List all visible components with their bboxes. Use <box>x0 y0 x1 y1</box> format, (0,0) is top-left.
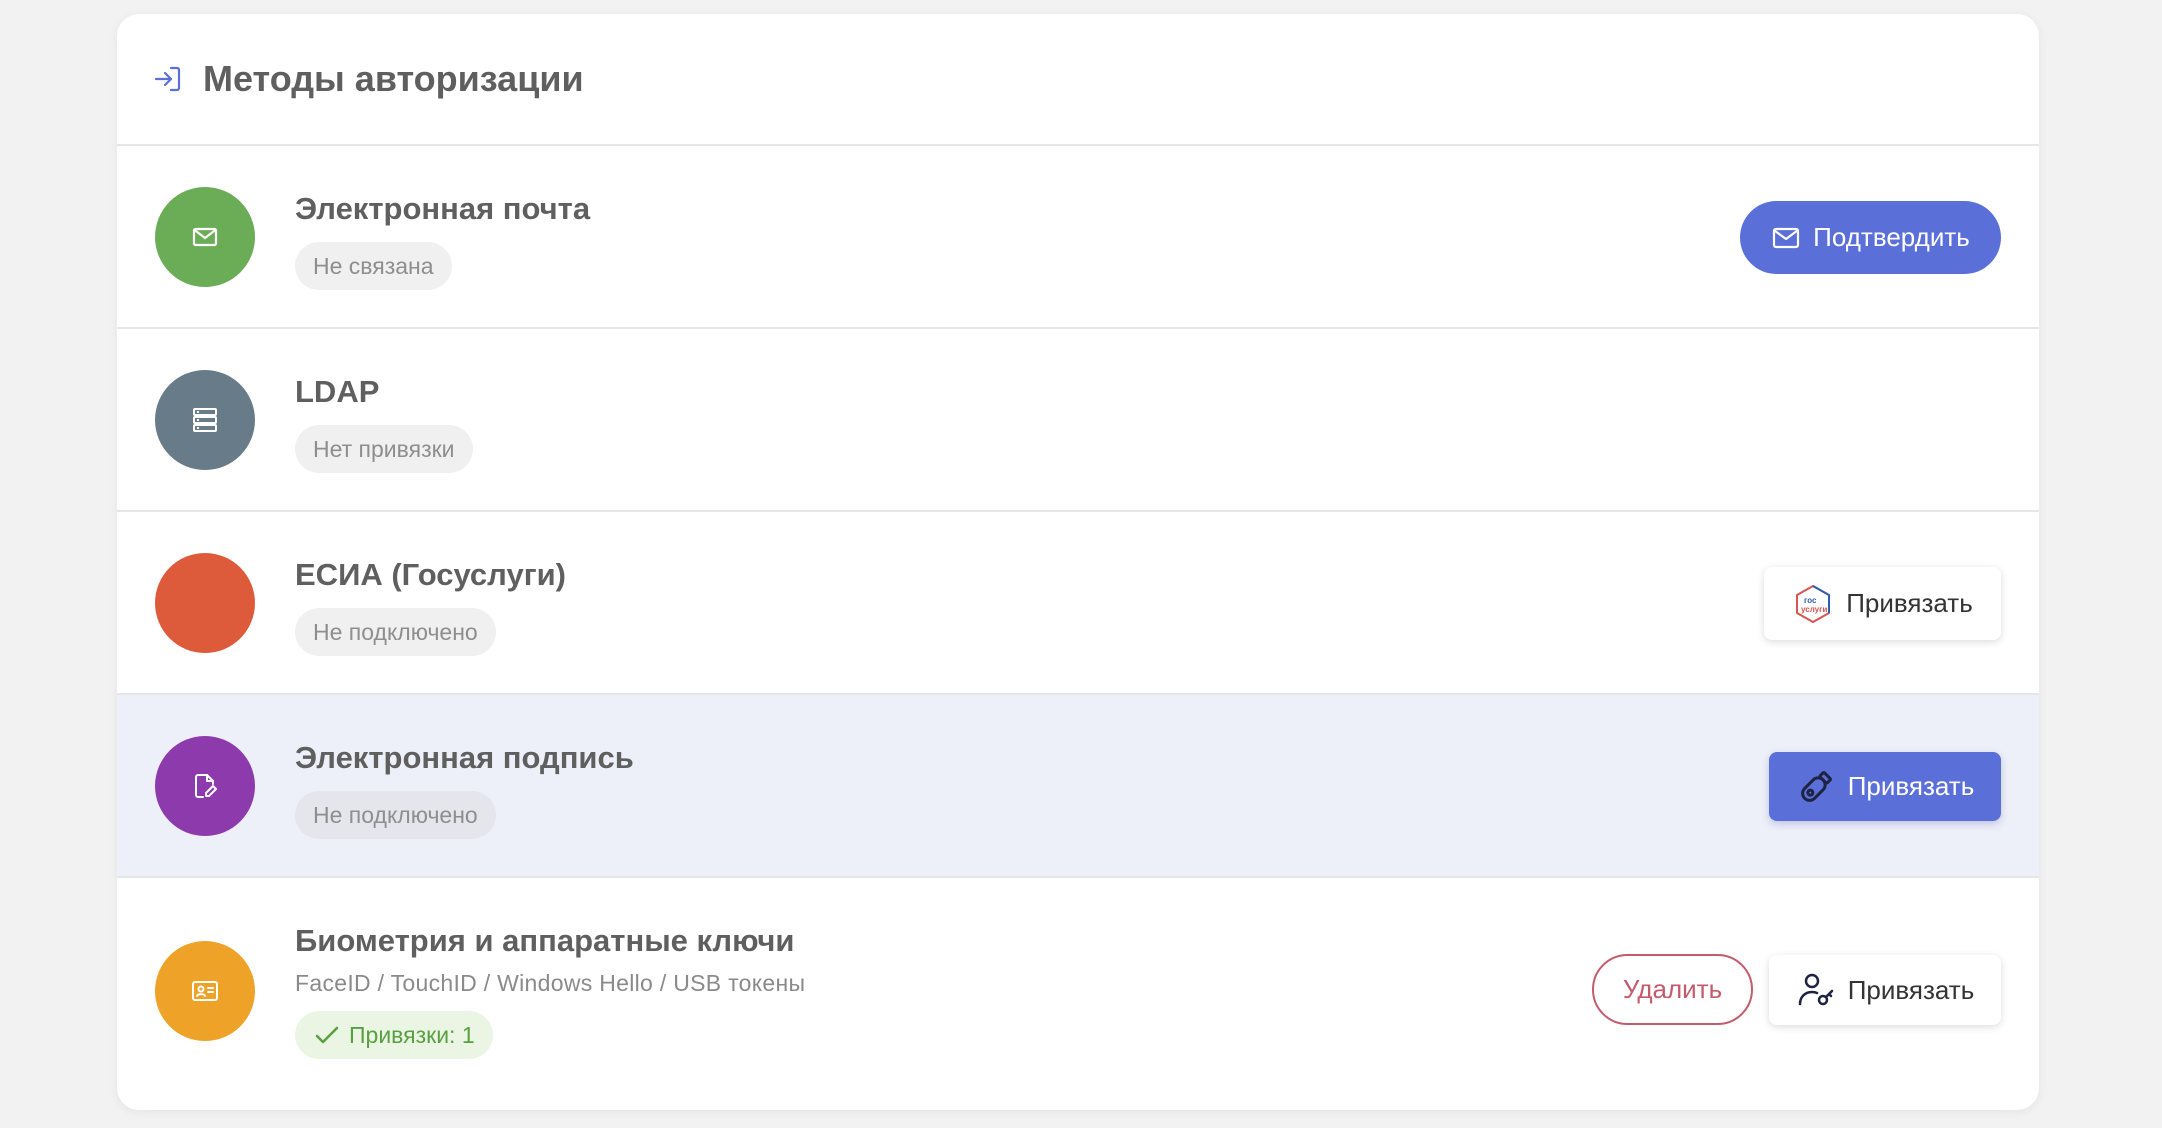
auth-method-signature: Электронная подпись Не подключено Привяз… <box>117 695 2039 878</box>
email-avatar <box>155 187 255 287</box>
confirm-email-label: Подтвердить <box>1813 222 1970 252</box>
delete-label: Удалить <box>1622 974 1723 1004</box>
method-title: Электронная подпись <box>295 740 634 775</box>
gosuslugi-logo-icon: гос услуги <box>1792 583 1834 625</box>
biometric-avatar <box>155 941 255 1041</box>
usb-token-icon <box>1796 767 1836 807</box>
document-sign-icon <box>195 774 217 798</box>
logo-text: услуги <box>1801 605 1827 614</box>
ldap-avatar <box>155 370 255 470</box>
auth-methods-card: Методы авторизации Электронная почта Не … <box>117 14 2039 1110</box>
esia-avatar <box>155 553 255 653</box>
card-header: Методы авторизации <box>117 14 2039 146</box>
method-title: Электронная почта <box>295 191 591 226</box>
mail-icon <box>1771 223 1801 253</box>
auth-method-ldap: LDAP Нет привязки <box>117 329 2039 512</box>
server-icon <box>193 408 217 432</box>
auth-method-email: Электронная почта Не связана Подтвердить <box>117 146 2039 329</box>
bindings-count: Привязки: 1 <box>349 1022 475 1048</box>
mail-icon <box>192 227 218 247</box>
id-card-icon <box>192 981 218 1001</box>
method-title: Биометрия и аппаратные ключи <box>295 923 795 958</box>
method-title: ЕСИА (Госуслуги) <box>295 557 566 592</box>
auth-method-esia: ЕСИА (Госуслуги) Не подключено гос услуг… <box>117 512 2039 695</box>
link-esia-button[interactable]: гос услуги Привязать <box>1764 567 2001 640</box>
status-badge: Не подключено <box>295 791 496 839</box>
method-subtitle: FaceID / TouchID / Windows Hello / USB т… <box>295 970 806 996</box>
status-badge: Нет привязки <box>295 425 473 473</box>
link-signature-label: Привязать <box>1847 771 1975 801</box>
link-biometric-button[interactable]: Привязать <box>1769 955 2001 1025</box>
confirm-email-button[interactable]: Подтвердить <box>1740 201 2001 274</box>
auth-method-biometric: Биометрия и аппаратные ключи FaceID / To… <box>117 878 2039 1107</box>
link-esia-label: Привязать <box>1846 588 1973 618</box>
signature-avatar <box>155 736 255 836</box>
method-title: LDAP <box>295 374 380 409</box>
link-signature-button[interactable]: Привязать <box>1769 752 2001 821</box>
user-key-icon <box>1796 970 1836 1010</box>
status-badge: Привязки: 1 <box>295 1011 493 1059</box>
link-biometric-label: Привязать <box>1847 974 1975 1005</box>
check-icon <box>315 1026 339 1044</box>
status-badge: Не связана <box>295 242 452 290</box>
logo-text: гос <box>1804 596 1817 605</box>
page-title: Методы авторизации <box>203 58 584 99</box>
login-icon <box>153 63 185 95</box>
status-badge: Не подключено <box>295 608 496 656</box>
delete-biometric-button[interactable]: Удалить <box>1592 954 1753 1025</box>
